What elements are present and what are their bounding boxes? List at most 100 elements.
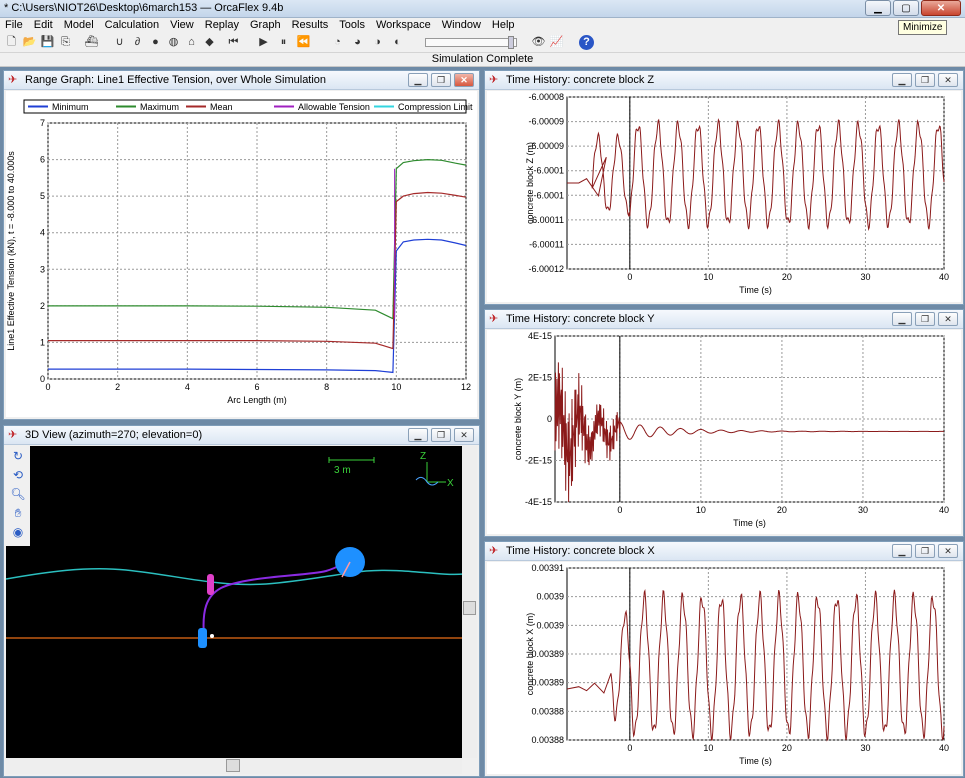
- reset-icon[interactable]: ◐: [390, 35, 405, 50]
- menu-window[interactable]: Window: [437, 18, 487, 33]
- pause-run-icon[interactable]: ◑: [370, 35, 385, 50]
- time-history-y-caption[interactable]: ✈ Time History: concrete block Y ▁ ❐ ✕: [485, 310, 963, 329]
- time-history-y-chart: 0 10 20 30 40 4E-15 2E-15 0 -2E-15 -4E-15 Time (s)…: [513, 331, 949, 528]
- y-tick-label: 0: [40, 374, 45, 384]
- open-icon[interactable]: 📂: [22, 35, 37, 50]
- legend-item: Maximum: [140, 102, 179, 112]
- menu-graph[interactable]: Graph: [245, 18, 287, 33]
- close-window-button[interactable]: ✕: [938, 312, 958, 326]
- restore-window-button[interactable]: ❐: [431, 428, 451, 442]
- run-icon[interactable]: ◕: [350, 35, 365, 50]
- time-history-x-caption[interactable]: ✈ Time History: concrete block X ▁ ❐ ✕: [485, 542, 963, 561]
- menu-calculation[interactable]: Calculation: [100, 18, 165, 33]
- x-tick-label: 20: [782, 272, 792, 282]
- x-axis-label: Time (s): [739, 285, 772, 295]
- eye-icon[interactable]: ◉: [9, 524, 27, 541]
- x-tick-label: 40: [939, 505, 949, 515]
- window-title: * C:\Users\NIOT26\Desktop\6march153 — Or…: [4, 2, 284, 14]
- calc-static-icon[interactable]: ◔: [330, 35, 345, 50]
- step-back-icon[interactable]: ⏮: [226, 35, 241, 50]
- orcaflex-icon: ✈: [489, 74, 499, 86]
- menu-edit[interactable]: Edit: [29, 18, 59, 33]
- minimize-window-button[interactable]: ▁: [892, 544, 912, 558]
- restore-window-button[interactable]: ❐: [915, 73, 935, 87]
- range-graph-caption[interactable]: ✈ Range Graph: Line1 Effective Tension, …: [4, 71, 479, 90]
- plot-area: [554, 335, 945, 503]
- 3d-scene[interactable]: 3 m Z X: [5, 446, 465, 758]
- horizontal-scrollbar[interactable]: [6, 758, 462, 774]
- slider-thumb[interactable]: [508, 36, 514, 49]
- replay-speed-slider[interactable]: [425, 36, 517, 49]
- x-tick-label: 0: [627, 743, 632, 753]
- buoy-icon[interactable]: ●: [148, 35, 163, 50]
- menu-replay[interactable]: Replay: [200, 18, 245, 33]
- ship-icon[interactable]: ⛴: [84, 35, 99, 50]
- menu-model[interactable]: Model: [59, 18, 100, 33]
- orbit-icon[interactable]: ⟲: [9, 467, 27, 484]
- x-tick-label: 4: [185, 382, 190, 392]
- help-icon[interactable]: ?: [579, 35, 594, 50]
- menu-results[interactable]: Results: [287, 18, 335, 33]
- restore-window-button[interactable]: ❐: [915, 544, 935, 558]
- vertical-scrollbar[interactable]: [462, 446, 477, 758]
- close-button[interactable]: ✕: [921, 0, 961, 16]
- winch-icon[interactable]: ◍: [166, 35, 181, 50]
- minimize-button[interactable]: ▁: [865, 0, 891, 16]
- y-axis-label: concrete block X (m): [525, 613, 535, 696]
- menu-file[interactable]: File: [0, 18, 29, 33]
- close-window-button[interactable]: ✕: [938, 544, 958, 558]
- close-window-button[interactable]: ✕: [454, 73, 474, 87]
- restore-window-button[interactable]: ❐: [431, 73, 451, 87]
- copy-icon[interactable]: ⎘: [58, 35, 73, 50]
- graph-icon[interactable]: 📈: [549, 35, 564, 50]
- simulation-status: Simulation Complete: [0, 53, 965, 67]
- close-window-button[interactable]: ✕: [938, 73, 958, 87]
- x-tick-label: 10: [696, 505, 706, 515]
- rotate-icon[interactable]: ↻: [9, 448, 27, 465]
- x-tick-label: 10: [703, 743, 713, 753]
- time-history-z-caption[interactable]: ✈ Time History: concrete block Z ▁ ❐ ✕: [485, 71, 963, 90]
- legend-item: Allowable Tension: [298, 102, 370, 112]
- time-history-z-window: ✈ Time History: concrete block Z ▁ ❐ ✕ 0…: [484, 70, 964, 305]
- orcaflex-icon: ✈: [489, 313, 499, 325]
- x-tick-label: 30: [860, 743, 870, 753]
- menu-tools[interactable]: Tools: [334, 18, 371, 33]
- minimize-window-button[interactable]: ▁: [892, 73, 912, 87]
- close-window-button[interactable]: ✕: [454, 428, 474, 442]
- minimize-window-button[interactable]: ▁: [408, 428, 428, 442]
- x-axis-label: Arc Length (m): [227, 395, 287, 405]
- pan-icon[interactable]: ✋︎: [9, 505, 27, 522]
- x-axis-label: Time (s): [733, 518, 766, 528]
- eraser-icon[interactable]: ◆: [202, 35, 217, 50]
- minimize-window-button[interactable]: ▁: [408, 73, 428, 87]
- eye-icon[interactable]: 👁: [531, 35, 546, 50]
- x-tick-label: 30: [860, 272, 870, 282]
- play-icon[interactable]: ▶: [256, 35, 271, 50]
- maximize-button[interactable]: ▢: [893, 0, 919, 16]
- y-axis-label: concrete block Z (m): [525, 142, 535, 224]
- 3d-view-caption[interactable]: ✈ 3D View (azimuth=270; elevation=0) ▁ ❐…: [4, 426, 479, 445]
- save-icon[interactable]: 💾: [40, 35, 55, 50]
- pause-icon[interactable]: ⏸: [276, 35, 291, 50]
- axis-z-label: Z: [420, 451, 426, 462]
- menu-workspace[interactable]: Workspace: [371, 18, 437, 33]
- menu-help[interactable]: Help: [487, 18, 521, 33]
- y-tick-label: -6.00011: [529, 239, 564, 249]
- menu-view[interactable]: View: [165, 18, 200, 33]
- rewind-icon[interactable]: ⏪: [296, 35, 311, 50]
- y-tick-label: 0.00389: [531, 678, 564, 688]
- scale-label: 3 m: [334, 465, 351, 476]
- restore-window-button[interactable]: ❐: [915, 312, 935, 326]
- zoom-icon[interactable]: 🔍︎: [9, 486, 27, 503]
- minimize-window-button[interactable]: ▁: [892, 312, 912, 326]
- magnet-icon[interactable]: ∪: [112, 35, 127, 50]
- y-tick-label: -6.0001: [533, 190, 564, 200]
- new-icon[interactable]: 🗋: [4, 35, 19, 50]
- minimize-tooltip: Minimize: [898, 20, 948, 35]
- menu-bar: File Edit Model Calculation View Replay Graph R…: [0, 18, 965, 33]
- shape-icon[interactable]: ⌂: [184, 35, 199, 50]
- 3d-view-title: 3D View (azimuth=270; elevation=0): [25, 429, 203, 441]
- link-icon[interactable]: ∂: [130, 35, 145, 50]
- line1: [202, 557, 349, 637]
- 3d-view-tools: ↻ ⟲ 🔍︎ ✋︎ ◉: [6, 446, 30, 546]
